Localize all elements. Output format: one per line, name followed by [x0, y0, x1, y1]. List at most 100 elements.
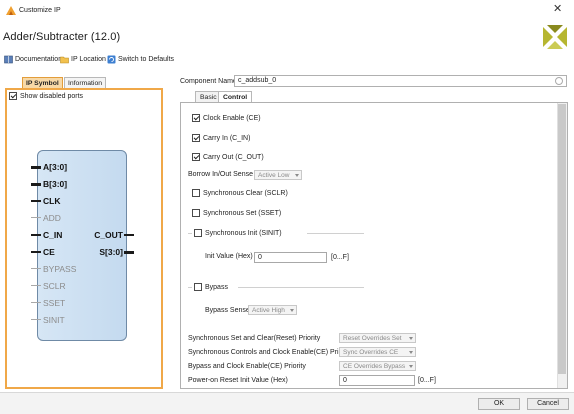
port-label-sset: SSET	[43, 298, 66, 308]
ok-button[interactable]: OK	[478, 398, 520, 410]
clear-icon[interactable]	[555, 77, 563, 85]
switch-to-defaults-link[interactable]: Switch to Defaults	[107, 55, 174, 64]
sync-priority-row: Synchronous Set and Clear(Reset) Priorit…	[188, 335, 320, 342]
documentation-link[interactable]: Documentation	[4, 55, 62, 64]
show-disabled-ports-box[interactable]	[9, 92, 17, 100]
ip-location-link[interactable]: IP Location	[60, 55, 106, 64]
power-on-input[interactable]: 0	[339, 375, 415, 386]
chevron-down-icon	[409, 351, 413, 354]
show-disabled-ports-label: Show disabled ports	[20, 92, 84, 100]
init-value-label: Init Value (Hex)	[205, 253, 253, 260]
tab-ip-symbol[interactable]: IP Symbol	[22, 77, 63, 88]
bypass-group-border-right	[238, 287, 364, 288]
close-icon[interactable]: ✕	[553, 4, 562, 15]
port-pin-sset	[31, 302, 41, 303]
port-pin-bypass	[31, 268, 41, 269]
bypass-priority-value: CE Overrides Bypass	[343, 363, 406, 370]
carry-out-checkbox[interactable]	[192, 153, 200, 161]
power-on-value: 0	[343, 377, 347, 384]
init-value-row: Init Value (Hex)	[205, 253, 253, 260]
bypass-label: Bypass	[205, 283, 228, 291]
carry-out-option[interactable]: Carry Out (C_OUT)	[192, 153, 264, 161]
port-label-a-3-0: A[3:0]	[43, 162, 68, 172]
bypass-priority-label: Bypass and Clock Enable(CE) Priority	[188, 363, 306, 370]
ce-priority-select[interactable]: Sync Overrides CE	[339, 347, 416, 357]
sync-init-option[interactable]: Synchronous Init (SINIT)	[194, 229, 282, 237]
borrow-sense-value: Active Low	[258, 172, 290, 179]
clock-enable-checkbox[interactable]	[192, 114, 200, 122]
book-icon	[4, 55, 13, 64]
port-label-bypass: BYPASS	[43, 264, 77, 274]
cancel-button[interactable]: Cancel	[527, 398, 569, 410]
switch-to-defaults-label: Switch to Defaults	[118, 56, 175, 63]
tab-control[interactable]: Control	[218, 91, 253, 102]
clock-enable-option[interactable]: Clock Enable (CE)	[192, 114, 261, 122]
carry-in-label: Carry In (C_IN)	[203, 134, 251, 142]
port-pin-c-in	[31, 234, 41, 236]
port-pin-c-out	[124, 234, 134, 236]
port-pin-a-3-0	[31, 166, 41, 169]
customize-ip-icon	[6, 6, 16, 15]
init-value-value: 0	[258, 254, 262, 261]
bypass-sense-row: Bypass Sense	[205, 307, 250, 314]
ip-title: Adder/Subtracter (12.0)	[3, 31, 121, 43]
clock-enable-label: Clock Enable (CE)	[203, 114, 261, 122]
component-name-value: c_addsub_0	[238, 77, 277, 84]
bypass-sense-select[interactable]: Active High	[248, 305, 297, 315]
tab-information[interactable]: Information	[64, 77, 107, 88]
chevron-down-icon	[295, 174, 299, 177]
documentation-label: Documentation	[15, 56, 63, 63]
sync-priority-select[interactable]: Reset Overrides Set	[339, 333, 416, 343]
show-disabled-ports-checkbox[interactable]: Show disabled ports	[9, 92, 83, 100]
component-name-label: Component Name	[180, 78, 237, 85]
folder-icon	[60, 56, 69, 64]
init-value-input[interactable]: 0	[254, 252, 327, 263]
chevron-down-icon	[409, 337, 413, 340]
sync-set-option[interactable]: Synchronous Set (SSET)	[192, 209, 281, 217]
sync-clear-label: Synchronous Clear (SCLR)	[203, 189, 288, 197]
port-label-clk: CLK	[43, 196, 61, 206]
component-name-input[interactable]: c_addsub_0	[234, 75, 567, 87]
title-bar: Customize IP ✕	[0, 0, 574, 22]
port-label-c-in: C_IN	[43, 230, 63, 240]
power-on-row: Power-on Reset Init Value (Hex)	[188, 377, 288, 384]
port-pin-sinit	[31, 319, 41, 320]
port-pin-b-3-0	[31, 183, 41, 186]
carry-in-option[interactable]: Carry In (C_IN)	[192, 134, 250, 142]
power-on-label: Power-on Reset Init Value (Hex)	[188, 377, 288, 384]
port-pin-ce	[31, 251, 41, 253]
xilinx-logo-icon	[543, 25, 567, 49]
borrow-sense-row: Borrow In/Out Sense	[188, 171, 253, 178]
ip-location-label: IP Location	[71, 56, 106, 63]
ce-priority-label: Synchronous Controls and Clock Enable(CE…	[188, 349, 352, 356]
port-label-add: ADD	[43, 213, 61, 223]
sync-set-checkbox[interactable]	[192, 209, 200, 217]
port-pin-clk	[31, 200, 41, 202]
init-value-range: [0...F]	[331, 254, 349, 261]
bypass-priority-row: Bypass and Clock Enable(CE) Priority	[188, 363, 306, 370]
sync-priority-label: Synchronous Set and Clear(Reset) Priorit…	[188, 335, 321, 342]
sync-clear-checkbox[interactable]	[192, 189, 200, 197]
carry-in-checkbox[interactable]	[192, 134, 200, 142]
bypass-sense-value: Active High	[252, 307, 285, 314]
port-label-c-out: C_OUT	[94, 230, 123, 240]
bypass-group-border	[188, 287, 192, 288]
bypass-checkbox[interactable]	[194, 283, 202, 291]
control-panel	[180, 102, 568, 389]
sync-clear-option[interactable]: Synchronous Clear (SCLR)	[192, 189, 288, 197]
bypass-option[interactable]: Bypass	[194, 283, 228, 291]
port-label-sclr: SCLR	[43, 281, 66, 291]
port-pin-sclr	[31, 285, 41, 286]
ce-priority-value: Sync Overrides CE	[343, 349, 399, 356]
power-on-range: [0...F]	[418, 377, 436, 384]
bypass-priority-select[interactable]: CE Overrides Bypass	[339, 361, 416, 371]
sync-init-label: Synchronous Init (SINIT)	[205, 229, 282, 237]
port-pin-add	[31, 217, 41, 218]
sync-init-checkbox[interactable]	[194, 229, 202, 237]
borrow-sense-label: Borrow In/Out Sense	[188, 171, 253, 178]
borrow-sense-select[interactable]: Active Low	[254, 170, 302, 180]
sinit-group-border-right	[307, 233, 364, 234]
scrollbar-thumb[interactable]	[558, 104, 566, 374]
refresh-icon	[107, 55, 116, 64]
sinit-group-border	[188, 233, 192, 234]
